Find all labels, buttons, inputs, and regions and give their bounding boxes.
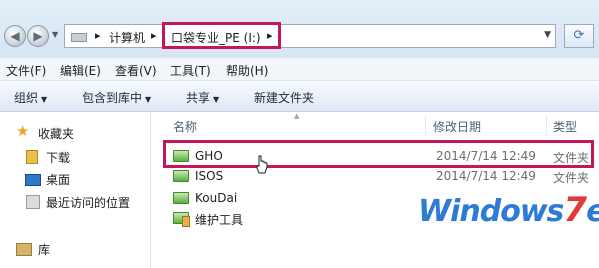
share-button[interactable]: 共享 ▼ <box>186 89 219 106</box>
sort-ascending-icon: ▲ <box>294 112 300 120</box>
nav-item-downloads[interactable]: 下载 <box>46 149 70 166</box>
column-divider[interactable] <box>425 115 426 135</box>
include-library-label: 包含到库中 <box>82 91 143 105</box>
organize-label: 组织 <box>14 91 39 105</box>
column-header-type[interactable]: 类型 <box>553 118 577 135</box>
recent-places-icon <box>26 195 40 209</box>
folder-icon <box>173 170 189 182</box>
chevron-down-icon: ▼ <box>41 95 48 104</box>
back-arrow-icon: ◀ <box>10 29 20 43</box>
file-type: 文件夹 <box>553 171 590 185</box>
highlight-box-address <box>162 22 281 49</box>
chevron-down-icon: ▼ <box>145 95 152 104</box>
recent-pages-dropdown-icon[interactable]: ▼ <box>52 30 58 39</box>
file-name: 维护工具 <box>195 213 244 227</box>
desktop-icon <box>25 174 41 186</box>
file-row-isos[interactable]: ISOS 2014/7/14 12:49 文件夹 <box>169 166 599 186</box>
file-name: ISOS <box>195 169 224 183</box>
new-folder-button[interactable]: 新建文件夹 <box>254 89 314 106</box>
file-date: 2014/7/14 12:49 <box>436 169 536 183</box>
windows7en-watermark-logo: Windows7en <box>418 190 599 232</box>
tools-folder-icon <box>173 212 190 227</box>
folder-icon <box>173 192 189 204</box>
file-name: KouDai <box>195 191 238 205</box>
downloads-folder-icon <box>26 150 38 164</box>
watermark-text: Windows7en <box>418 190 599 230</box>
menu-view[interactable]: 查看(V) <box>115 62 157 79</box>
nav-item-recent[interactable]: 最近访问的位置 <box>46 194 130 211</box>
column-header-name[interactable]: 名称 <box>173 118 197 135</box>
forward-arrow-icon: ▶ <box>33 29 43 43</box>
command-toolbar: 组织 ▼ 包含到库中 ▼ 共享 ▼ 新建文件夹 <box>0 81 599 112</box>
library-icon <box>16 243 32 256</box>
menu-help[interactable]: 帮助(H) <box>226 62 268 79</box>
forward-button[interactable]: ▶ <box>27 25 49 47</box>
organize-button[interactable]: 组织 ▼ <box>14 89 47 106</box>
tools-overlay-icon <box>182 216 190 227</box>
address-bar-row: ◀ ▶ ▼ ▸ 计算机 ▸ 口袋专业_PE (I:) ▸ ▼ ⟳ <box>0 0 599 59</box>
menu-file[interactable]: 文件(F) <box>6 62 46 79</box>
drive-icon <box>71 33 87 42</box>
column-divider[interactable] <box>546 115 547 135</box>
menu-edit[interactable]: 编辑(E) <box>60 62 101 79</box>
highlight-box-gho <box>163 140 594 168</box>
share-label: 共享 <box>186 91 211 105</box>
nav-library[interactable]: 库 <box>38 241 50 258</box>
nav-item-desktop[interactable]: 桌面 <box>46 171 70 188</box>
column-header-date[interactable]: 修改日期 <box>433 118 481 135</box>
mouse-cursor-icon <box>256 155 268 174</box>
watermark-part1: Windows <box>418 194 564 229</box>
watermark-part2: en <box>586 194 599 229</box>
watermark-seven: 7 <box>563 190 587 230</box>
breadcrumb-separator-icon[interactable]: ▸ <box>151 29 157 42</box>
navigation-pane: ★ 收藏夹 下载 桌面 最近访问的位置 库 <box>0 112 151 268</box>
chevron-down-icon: ▼ <box>213 95 220 104</box>
breadcrumb-separator-icon[interactable]: ▸ <box>95 29 101 42</box>
nav-favorites[interactable]: 收藏夹 <box>38 125 74 142</box>
address-bar[interactable]: ▸ 计算机 ▸ 口袋专业_PE (I:) ▸ ▼ <box>64 24 556 48</box>
menu-tools[interactable]: 工具(T) <box>170 62 211 79</box>
breadcrumb-computer[interactable]: 计算机 <box>109 29 145 46</box>
favorites-star-icon: ★ <box>16 122 30 140</box>
refresh-button[interactable]: ⟳ <box>564 24 594 48</box>
include-in-library-button[interactable]: 包含到库中 ▼ <box>82 89 151 106</box>
address-dropdown-icon[interactable]: ▼ <box>544 30 551 40</box>
refresh-icon: ⟳ <box>573 28 585 43</box>
menu-bar: 文件(F) 编辑(E) 查看(V) 工具(T) 帮助(H) <box>0 58 599 81</box>
back-button[interactable]: ◀ <box>4 25 26 47</box>
